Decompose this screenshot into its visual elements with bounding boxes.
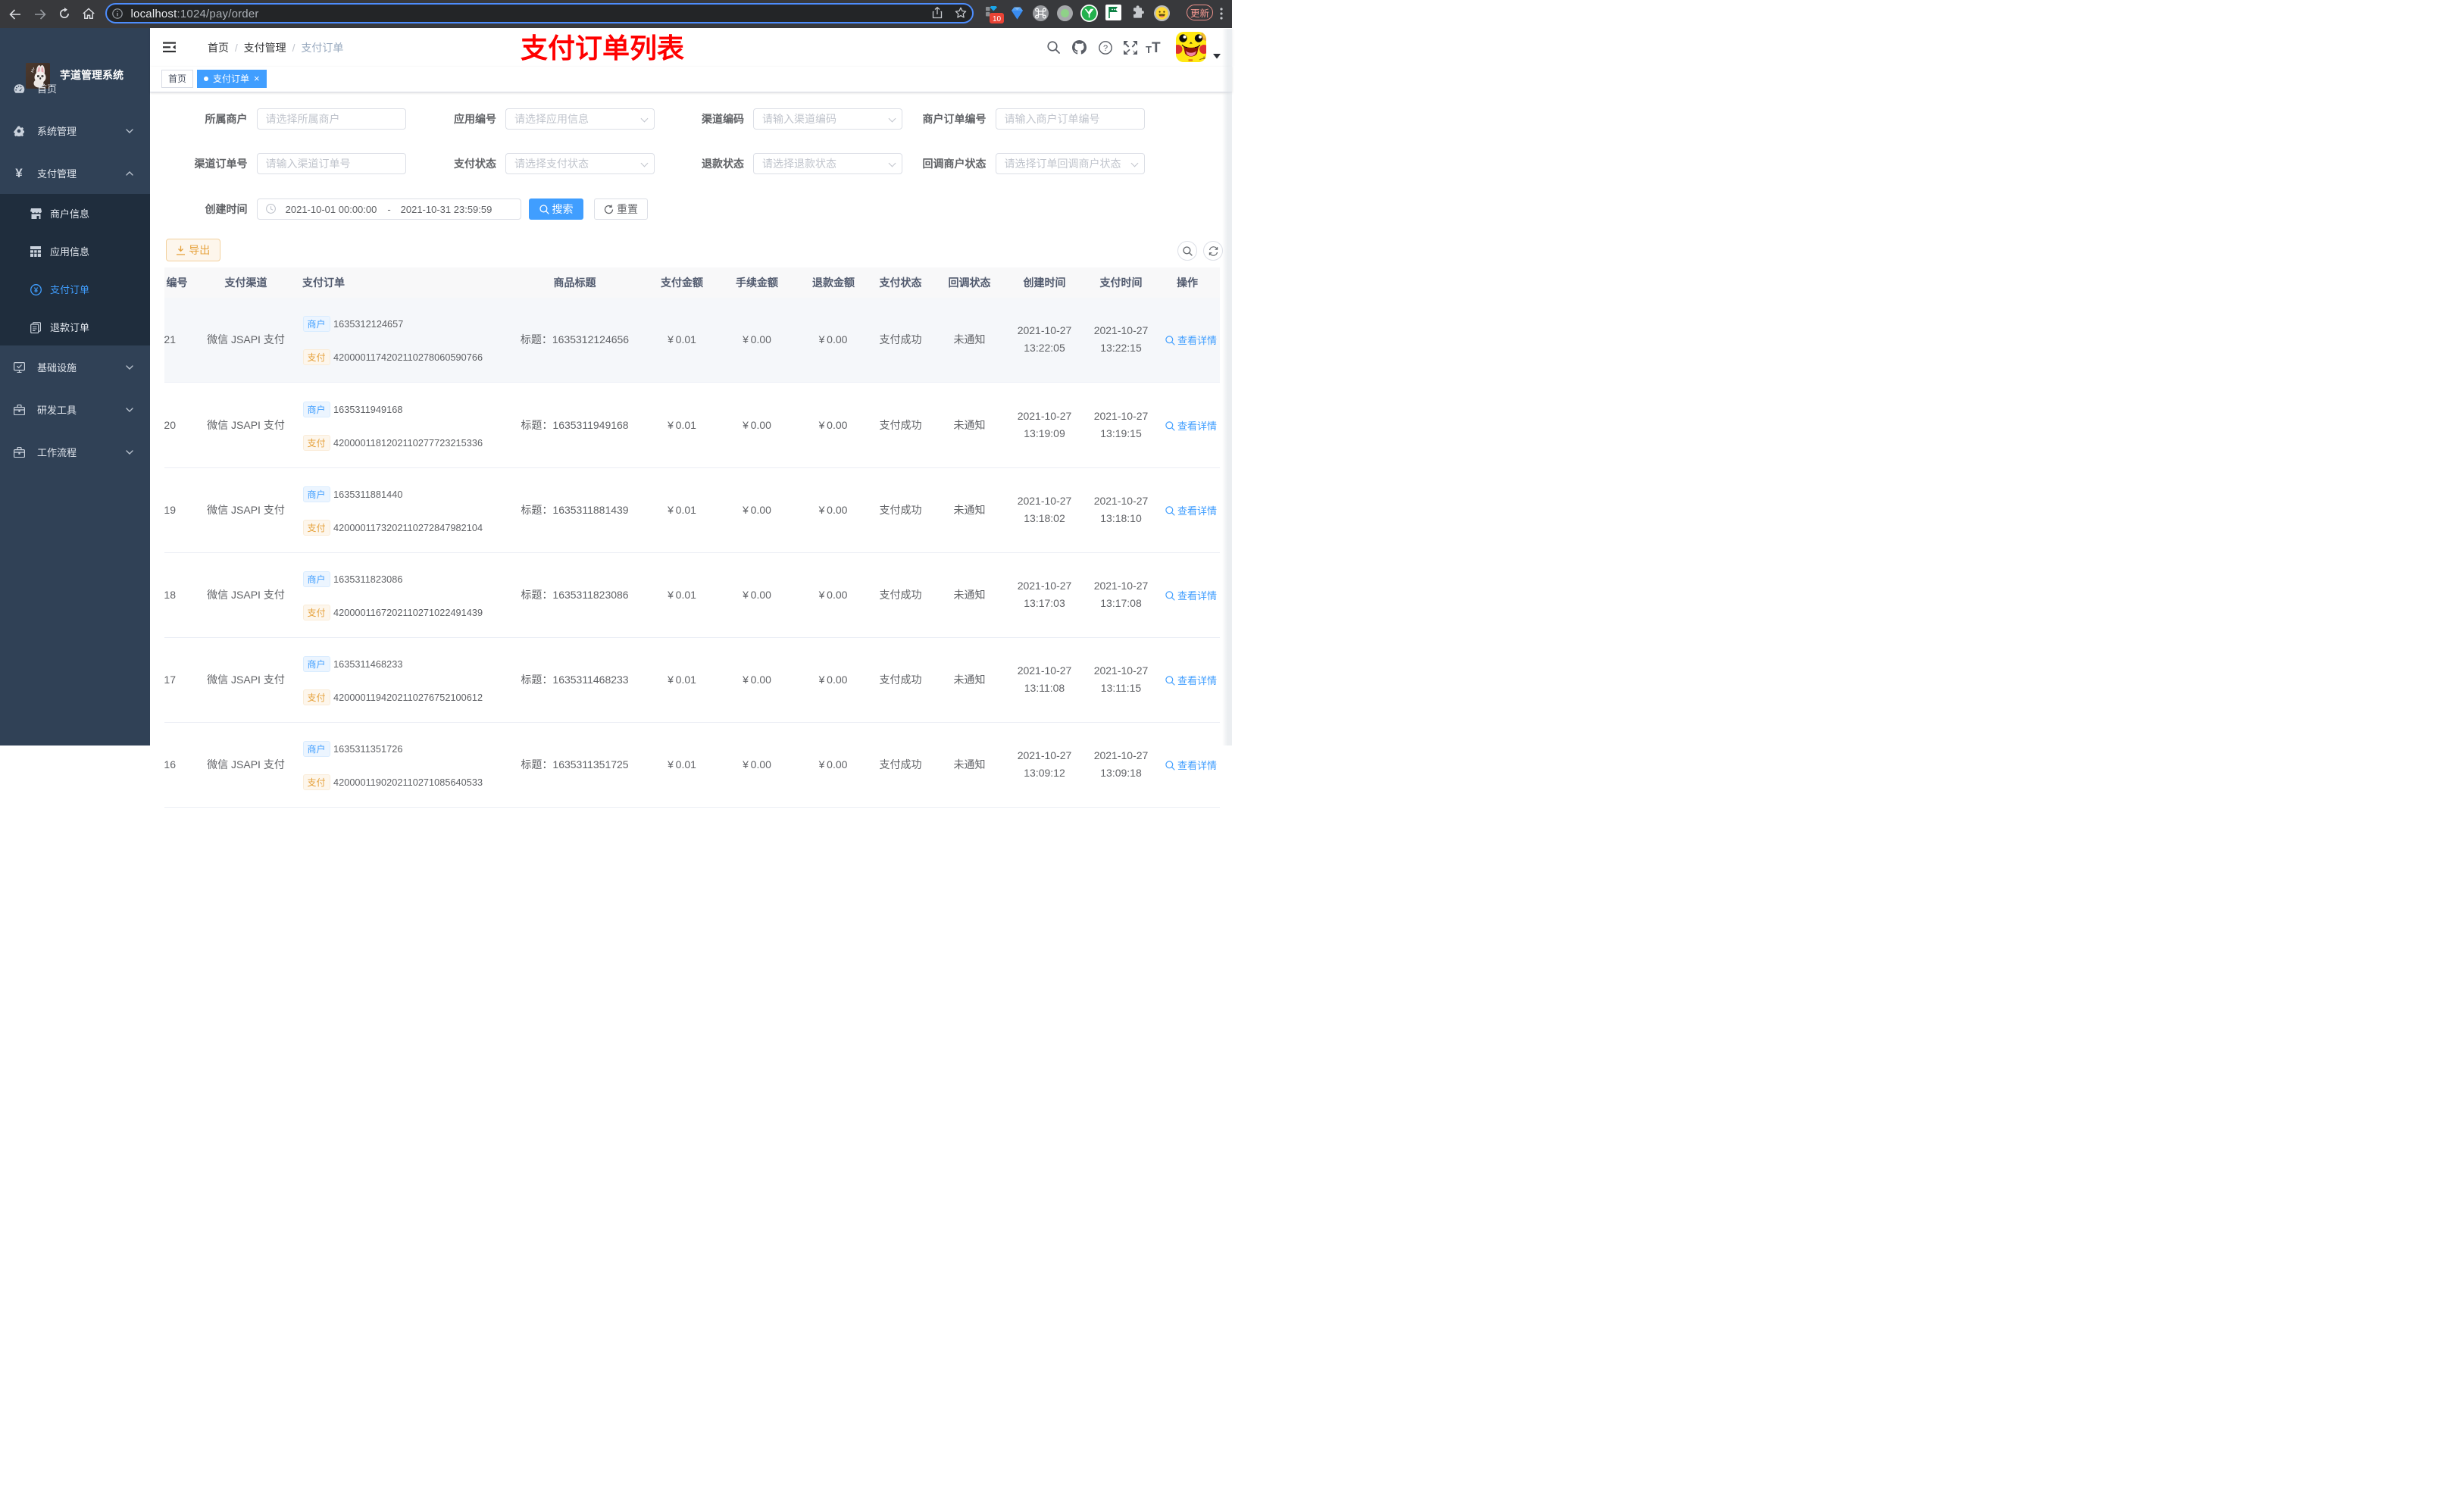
- svg-text:¥: ¥: [34, 286, 39, 295]
- svg-text:?: ?: [1103, 44, 1108, 53]
